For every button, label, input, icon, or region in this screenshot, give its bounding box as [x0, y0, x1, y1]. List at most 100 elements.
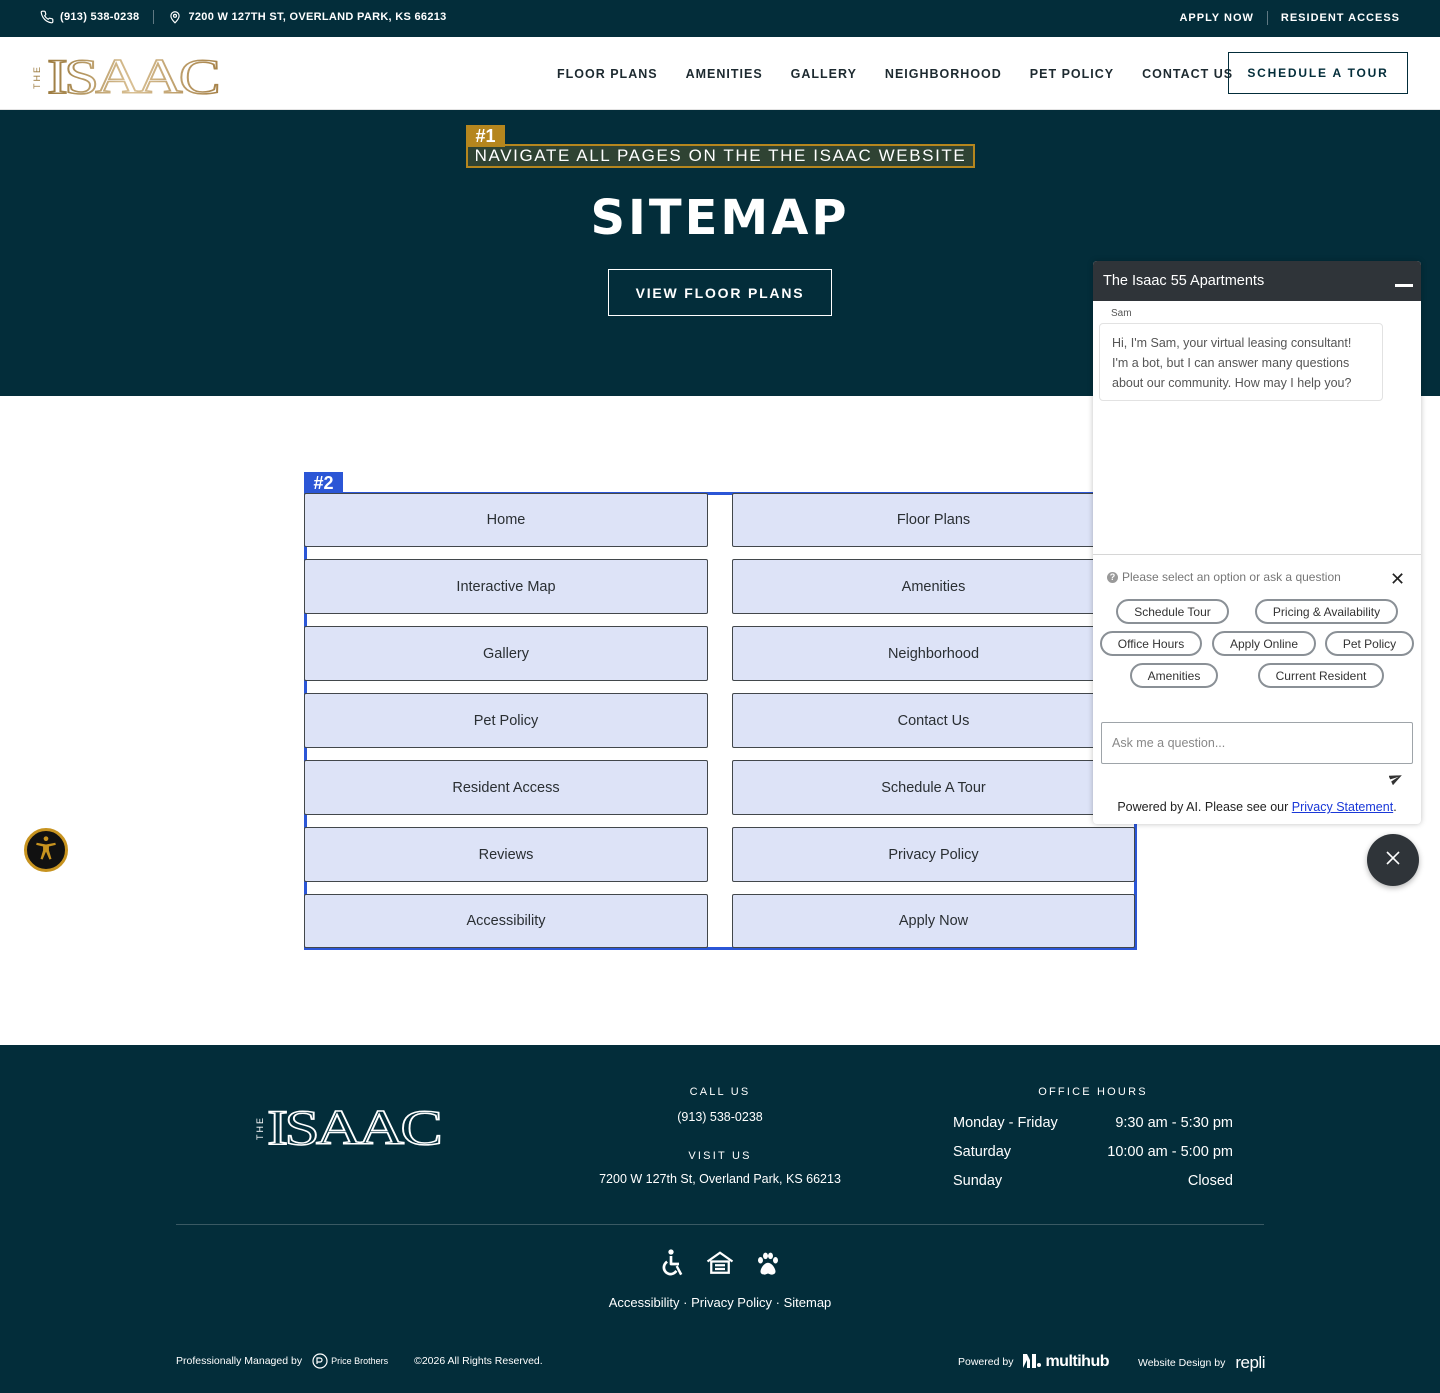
powered-by: Powered by multihub: [958, 1353, 1109, 1371]
footer-logo-prefix: THE: [255, 1116, 265, 1140]
chat-prompt-text: Please select an option or ask a questio…: [1122, 570, 1341, 584]
send-icon[interactable]: [1388, 771, 1403, 790]
divider: [1266, 11, 1268, 25]
footer-phone[interactable]: (913) 538-0238: [620, 1110, 820, 1124]
chat-prompt: ? Please select an option or ask a quest…: [1107, 570, 1341, 584]
close-icon[interactable]: ✕: [1390, 569, 1405, 590]
price-brothers-logo[interactable]: Price Brothers: [312, 1353, 388, 1369]
hours-row: Saturday 10:00 am - 5:00 pm: [953, 1144, 1233, 1160]
chip-current-resident[interactable]: Current Resident: [1258, 663, 1384, 688]
top-bar: (913) 538-0238 7200 W 127TH ST, OVERLAND…: [0, 0, 1440, 37]
close-icon: [1385, 850, 1401, 871]
powered-by-label: Powered by: [958, 1356, 1014, 1368]
chat-sender-name: Sam: [1111, 308, 1132, 319]
footer-link-sitemap[interactable]: Sitemap: [784, 1295, 832, 1310]
sitemap-link-resident-access[interactable]: Resident Access: [304, 760, 708, 815]
chat-footer-end: .: [1393, 800, 1397, 814]
footer-links: Accessibility · Privacy Policy · Sitemap: [0, 1295, 1440, 1310]
help-icon: ?: [1107, 571, 1118, 583]
chat-title: The Isaac 55 Apartments: [1103, 273, 1265, 289]
view-floor-plans-button[interactable]: VIEW FLOOR PLANS: [608, 269, 832, 316]
hours-day: Saturday: [953, 1144, 1012, 1160]
sitemap-link-home[interactable]: Home: [304, 493, 708, 547]
managed-by: Professionally Managed by Price Brothers…: [176, 1353, 543, 1369]
nav-amenities[interactable]: AMENITIES: [686, 67, 763, 81]
apply-now-link[interactable]: APPLY NOW: [1179, 12, 1253, 24]
price-brothers-name: Price Brothers: [331, 1356, 389, 1366]
chip-amenities[interactable]: Amenities: [1130, 663, 1218, 688]
top-bar-address-link[interactable]: 7200 W 127TH ST, OVERLAND PARK, KS 66213: [168, 10, 446, 24]
highlight-tag-2: #2: [304, 472, 343, 494]
resident-access-link[interactable]: RESIDENT ACCESS: [1281, 12, 1400, 24]
multihub-icon: [1023, 1353, 1042, 1371]
site-header: THE ISAAC FLOOR PLANS AMENITIES GALLERY …: [0, 37, 1440, 110]
top-bar-links: APPLY NOW RESIDENT ACCESS: [1179, 0, 1400, 36]
nav-pet-policy[interactable]: PET POLICY: [1030, 67, 1114, 81]
sitemap-link-interactive-map[interactable]: Interactive Map: [304, 559, 708, 614]
divider: [176, 1224, 1264, 1225]
chat-toggle-button[interactable]: [1367, 834, 1419, 886]
divider: [153, 10, 155, 24]
privacy-statement-link[interactable]: Privacy Statement: [1292, 800, 1393, 814]
sitemap-link-neighborhood[interactable]: Neighborhood: [732, 626, 1135, 681]
chat-message-bubble: Hi, I'm Sam, your virtual leasing consul…: [1099, 323, 1383, 401]
sitemap-link-accessibility[interactable]: Accessibility: [304, 894, 708, 948]
phone-icon: [40, 10, 54, 24]
sitemap-link-apply-now[interactable]: Apply Now: [732, 894, 1135, 948]
multihub-brand: multihub: [1045, 1353, 1109, 1370]
footer-address[interactable]: 7200 W 127th St, Overland Park, KS 66213: [560, 1172, 880, 1186]
nav-floor-plans[interactable]: FLOOR PLANS: [557, 67, 658, 81]
chip-pet-policy[interactable]: Pet Policy: [1325, 631, 1414, 656]
nav-neighborhood[interactable]: NEIGHBORHOOD: [885, 67, 1002, 81]
page-title: SITEMAP: [590, 190, 850, 246]
footer-link-privacy-policy[interactable]: Privacy Policy: [691, 1295, 772, 1310]
chip-apply-online[interactable]: Apply Online: [1212, 631, 1316, 656]
chat-footer: Powered by AI. Please see our Privacy St…: [1093, 800, 1421, 814]
minimize-icon[interactable]: [1395, 284, 1413, 287]
accessibility-person-icon: [32, 834, 60, 867]
chip-schedule-tour[interactable]: Schedule Tour: [1116, 599, 1229, 624]
hours-day: Sunday: [953, 1173, 1003, 1189]
sitemap-link-privacy-policy[interactable]: Privacy Policy: [732, 827, 1135, 882]
sitemap-link-pet-policy[interactable]: Pet Policy: [304, 693, 708, 748]
top-bar-phone-link[interactable]: (913) 538-0238: [40, 10, 139, 24]
sitemap-link-contact-us[interactable]: Contact Us: [732, 693, 1135, 748]
sitemap-link-amenities[interactable]: Amenities: [732, 559, 1135, 614]
footer-compliance-icons: [655, 1248, 783, 1285]
office-hours-label: OFFICE HOURS: [1038, 1086, 1148, 1098]
hours-time: Closed: [1187, 1173, 1233, 1189]
equal-housing-icon: [705, 1249, 735, 1284]
call-us-label: CALL US: [689, 1086, 751, 1098]
footer-logo[interactable]: THE ISAAC: [253, 1098, 444, 1156]
sitemap-link-gallery[interactable]: Gallery: [304, 626, 708, 681]
multihub-logo[interactable]: multihub: [1023, 1353, 1109, 1371]
sitemap-link-reviews[interactable]: Reviews: [304, 827, 708, 882]
chip-pricing-availability[interactable]: Pricing & Availability: [1255, 599, 1398, 624]
wheelchair-icon: [655, 1248, 687, 1285]
design-by: Website Design by repli: [1138, 1353, 1265, 1373]
schedule-tour-button[interactable]: SCHEDULE A TOUR: [1228, 52, 1408, 94]
chip-office-hours[interactable]: Office Hours: [1100, 631, 1202, 656]
repli-brand[interactable]: repli: [1235, 1353, 1265, 1373]
top-bar-contact: (913) 538-0238 7200 W 127TH ST, OVERLAND…: [40, 0, 447, 34]
hours-time: 9:30 am - 5:30 pm: [1115, 1115, 1233, 1131]
chat-input[interactable]: Ask me a question...: [1101, 722, 1413, 764]
site-footer: THE ISAAC CALL US (913) 538-0238 VISIT U…: [0, 1045, 1440, 1393]
hours-row: Monday - Friday 9:30 am - 5:30 pm: [953, 1115, 1233, 1131]
logo-wordmark: ISAAC: [47, 51, 218, 97]
nav-gallery[interactable]: GALLERY: [791, 67, 857, 81]
nav-contact-us[interactable]: CONTACT US: [1142, 67, 1233, 81]
link-separator: ·: [683, 1295, 688, 1310]
map-pin-icon: [168, 10, 182, 24]
accessibility-widget-button[interactable]: [24, 828, 68, 872]
hours-row: Sunday Closed: [953, 1173, 1233, 1189]
hours-day: Monday - Friday: [953, 1115, 1058, 1131]
visit-us-label: VISIT US: [688, 1150, 752, 1162]
hero-eyebrow: NAVIGATE ALL PAGES ON THE THE ISAAC WEBS…: [466, 144, 975, 168]
footer-link-accessibility[interactable]: Accessibility: [609, 1295, 680, 1310]
sitemap-link-schedule-tour[interactable]: Schedule A Tour: [732, 760, 1135, 815]
site-logo[interactable]: THE ISAAC: [32, 47, 223, 105]
top-bar-phone: (913) 538-0238: [60, 11, 140, 23]
sitemap-link-floor-plans[interactable]: Floor Plans: [732, 493, 1135, 547]
hours-time: 10:00 am - 5:00 pm: [1107, 1144, 1233, 1160]
